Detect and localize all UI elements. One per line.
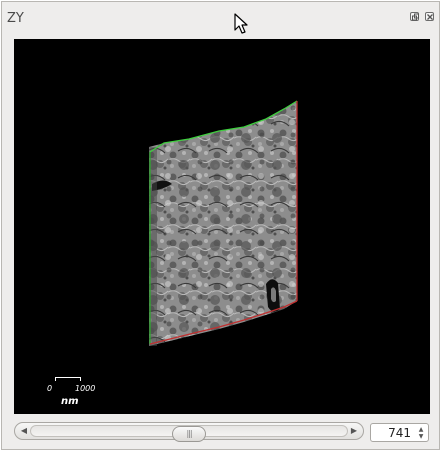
slice-scrollbar[interactable]: ◀ ||| ▶ [14,422,364,442]
title-bar[interactable]: ZY [2,2,439,36]
chevron-left-icon[interactable]: ◀ [17,423,31,439]
window-title: ZY [7,11,24,26]
mouse-pointer-icon [234,13,248,34]
chevron-up-icon[interactable]: ▲ [416,426,426,433]
grip-icon: ||| [186,429,192,438]
scale-unit-label: nm [61,396,79,407]
scroll-track[interactable]: ||| [30,425,348,442]
slice-number-input[interactable]: 741 [375,426,411,440]
slice-viewport[interactable]: 0 1000 nm [14,39,430,414]
chevron-right-icon[interactable]: ▶ [347,423,361,439]
em-slice-render [149,100,298,346]
close-icon[interactable] [425,12,434,21]
zy-view-window: ZY 0 1000 nm ◀ ||| ▶ 741 ▲ ▼ [1,1,440,450]
scroll-thumb[interactable]: ||| [172,426,206,442]
scale-bar-line [55,377,81,381]
float-icon[interactable] [410,12,419,21]
chevron-down-icon[interactable]: ▼ [416,433,426,440]
scale-min-label: 0 [47,384,53,393]
slice-spinbox[interactable]: 741 ▲ ▼ [370,423,429,442]
scale-bar: 0 1000 nm [44,374,104,414]
scale-max-label: 1000 [75,384,96,393]
